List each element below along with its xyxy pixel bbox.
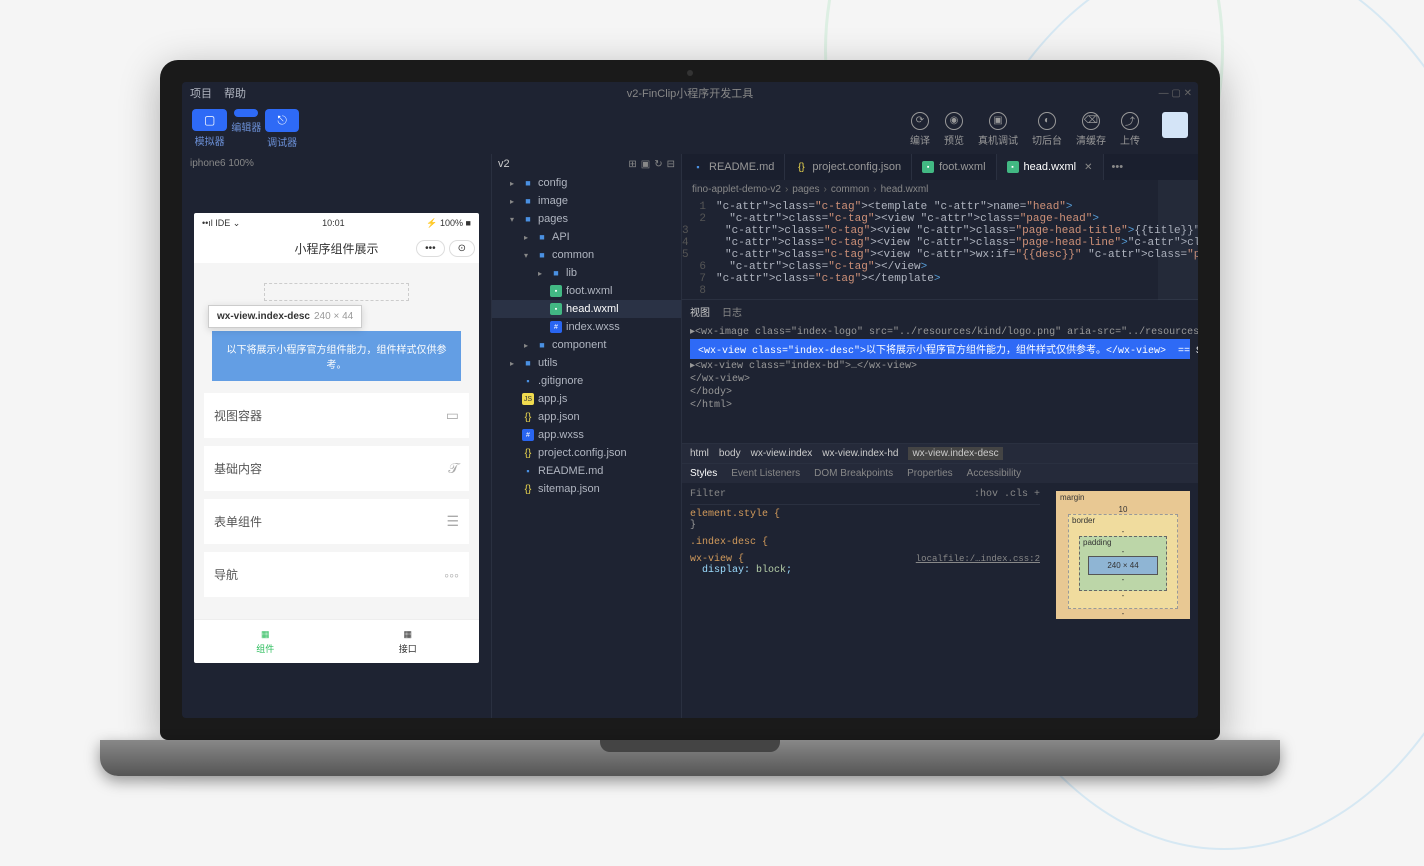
selected-element: <wx-view class="index-desc">以下将展示小程序官方组件…	[690, 339, 1190, 359]
styles-subtab-Event Listeners[interactable]: Event Listeners	[731, 468, 800, 479]
inspector-tooltip: wx-view.index-desc240 × 44	[208, 305, 362, 328]
simulator-device[interactable]: ••ıl IDE ⌄ 10:01 ⚡ 100% ■ 小程序组件展示 ••• ⊙	[194, 213, 479, 663]
sim-row-基础内容[interactable]: 基础内容𝒯	[204, 446, 469, 491]
box-model[interactable]: 10 - - 240 × 44 - -	[1048, 483, 1198, 619]
action-预览[interactable]: ◉预览	[944, 112, 964, 147]
project-root[interactable]: v2	[498, 158, 510, 170]
sim-row-导航[interactable]: 导航◦◦◦	[204, 552, 469, 597]
file-component[interactable]: ▸■component	[492, 336, 681, 354]
devtools-tab-视图[interactable]: 视图	[690, 304, 710, 319]
file-foot.wxml[interactable]: ▪foot.wxml	[492, 282, 681, 300]
window-title: v2-FinClip小程序开发工具	[627, 85, 754, 101]
file-app.wxss[interactable]: #app.wxss	[492, 426, 681, 444]
sim-tab-接口[interactable]: ▦接口	[337, 620, 480, 663]
simulator-device-label[interactable]: iphone6 100%	[182, 154, 491, 173]
styles-filter[interactable]: Filter	[690, 489, 726, 500]
sim-highlighted-element[interactable]: 以下将展示小程序官方组件能力，组件样式仅供参考。	[212, 331, 461, 381]
styles-panel[interactable]: Filter :hov .cls + element.style {}.inde…	[682, 483, 1048, 619]
file-index.wxss[interactable]: #index.wxss	[492, 318, 681, 336]
tab-README.md[interactable]: ▪README.md	[682, 154, 785, 180]
sim-logo-placeholder	[264, 283, 409, 301]
menu-project[interactable]: 项目	[190, 85, 212, 101]
nav-title: 小程序组件展示	[294, 240, 378, 257]
sim-row-视图容器[interactable]: 视图容器▭	[204, 393, 469, 438]
mode-调试器[interactable]: ⎋调试器	[265, 109, 299, 149]
styles-subtab-Accessibility[interactable]: Accessibility	[967, 468, 1021, 479]
new-folder-icon[interactable]: ▣	[641, 159, 650, 170]
action-编译[interactable]: ⟳编译	[910, 112, 930, 147]
status-signal: ••ıl IDE ⌄	[202, 218, 240, 229]
breadcrumb[interactable]: fino-applet-demo-v2›pages›common›head.wx…	[682, 180, 1198, 199]
close-icon[interactable]: ✕	[1084, 162, 1092, 173]
editor-panel: ▪README.md{}project.config.json▪foot.wxm…	[682, 154, 1198, 718]
laptop-frame: 项目 帮助 v2-FinClip小程序开发工具 — ▢ ✕ ▢模拟器编辑器⎋调试…	[160, 60, 1220, 780]
minimap[interactable]	[1158, 180, 1198, 300]
code-editor[interactable]: 1"c-attr">class="c-tag"><template "c-att…	[682, 199, 1198, 299]
styles-subtab-Properties[interactable]: Properties	[907, 468, 953, 479]
elements-panel[interactable]: ▸<wx-image class="index-logo" src="../re…	[682, 323, 1198, 443]
file-common[interactable]: ▾■common	[492, 246, 681, 264]
camera-dot	[687, 70, 693, 76]
nav-menu-button[interactable]: •••	[416, 240, 445, 257]
new-file-icon[interactable]: ⊞	[628, 159, 636, 170]
action-切后台[interactable]: ◐切后台	[1032, 112, 1062, 147]
avatar[interactable]	[1162, 112, 1188, 138]
file-explorer[interactable]: v2 ⊞ ▣ ↻ ⊟ ▸■config▸■image▾■pages▸■API▾■…	[492, 154, 682, 718]
nav-close-button[interactable]: ⊙	[449, 240, 475, 257]
mode-模拟器[interactable]: ▢模拟器	[192, 109, 227, 149]
tab-foot.wxml[interactable]: ▪foot.wxml	[912, 154, 996, 180]
file-API[interactable]: ▸■API	[492, 228, 681, 246]
file-app.json[interactable]: {}app.json	[492, 408, 681, 426]
status-battery: ⚡ 100% ■	[426, 218, 471, 229]
action-上传[interactable]: ⤴上传	[1120, 112, 1140, 147]
action-真机调试[interactable]: ▣真机调试	[978, 112, 1018, 147]
file-lib[interactable]: ▸■lib	[492, 264, 681, 282]
file-head.wxml[interactable]: ▪head.wxml	[492, 300, 681, 318]
refresh-icon[interactable]: ↻	[654, 159, 662, 170]
action-清缓存[interactable]: ⌫清缓存	[1076, 112, 1106, 147]
sim-tab-组件[interactable]: ▦组件	[194, 620, 337, 663]
file-.gitignore[interactable]: ▪.gitignore	[492, 372, 681, 390]
devtools-tab-日志[interactable]: 日志	[722, 304, 742, 319]
mode-编辑器[interactable]: 编辑器	[231, 109, 261, 149]
styles-controls[interactable]: :hov .cls +	[974, 489, 1040, 500]
file-pages[interactable]: ▾■pages	[492, 210, 681, 228]
styles-subtab-DOM Breakpoints[interactable]: DOM Breakpoints	[814, 468, 893, 479]
tab-head.wxml[interactable]: ▪head.wxml✕	[997, 154, 1104, 180]
sim-row-表单组件[interactable]: 表单组件☰	[204, 499, 469, 544]
tab-more-icon[interactable]: •••	[1104, 154, 1132, 180]
window-controls[interactable]: — ▢ ✕	[1159, 88, 1192, 99]
ide-window: 项目 帮助 v2-FinClip小程序开发工具 — ▢ ✕ ▢模拟器编辑器⎋调试…	[182, 82, 1198, 718]
file-README.md[interactable]: ▪README.md	[492, 462, 681, 480]
simulator-panel: iphone6 100% ••ıl IDE ⌄ 10:01 ⚡ 100% ■ 小…	[182, 154, 492, 718]
menubar: 项目 帮助 v2-FinClip小程序开发工具 — ▢ ✕	[182, 82, 1198, 104]
file-app.js[interactable]: JSapp.js	[492, 390, 681, 408]
toolbar: ▢模拟器编辑器⎋调试器 ⟳编译 ◉预览 ▣真机调试 ◐切后台 ⌫清缓存 ⤴上传	[182, 104, 1198, 154]
file-config[interactable]: ▸■config	[492, 174, 681, 192]
status-time: 10:01	[322, 218, 345, 228]
tab-project.config.json[interactable]: {}project.config.json	[785, 154, 912, 180]
file-utils[interactable]: ▸■utils	[492, 354, 681, 372]
menu-help[interactable]: 帮助	[224, 85, 246, 101]
element-path[interactable]: htmlbodywx-view.indexwx-view.index-hdwx-…	[682, 443, 1198, 464]
file-sitemap.json[interactable]: {}sitemap.json	[492, 480, 681, 498]
file-project.config.json[interactable]: {}project.config.json	[492, 444, 681, 462]
collapse-icon[interactable]: ⊟	[667, 159, 675, 170]
styles-subtab-Styles[interactable]: Styles	[690, 468, 717, 479]
devtools: 视图日志 ▸<wx-image class="index-logo" src="…	[682, 299, 1198, 619]
file-image[interactable]: ▸■image	[492, 192, 681, 210]
